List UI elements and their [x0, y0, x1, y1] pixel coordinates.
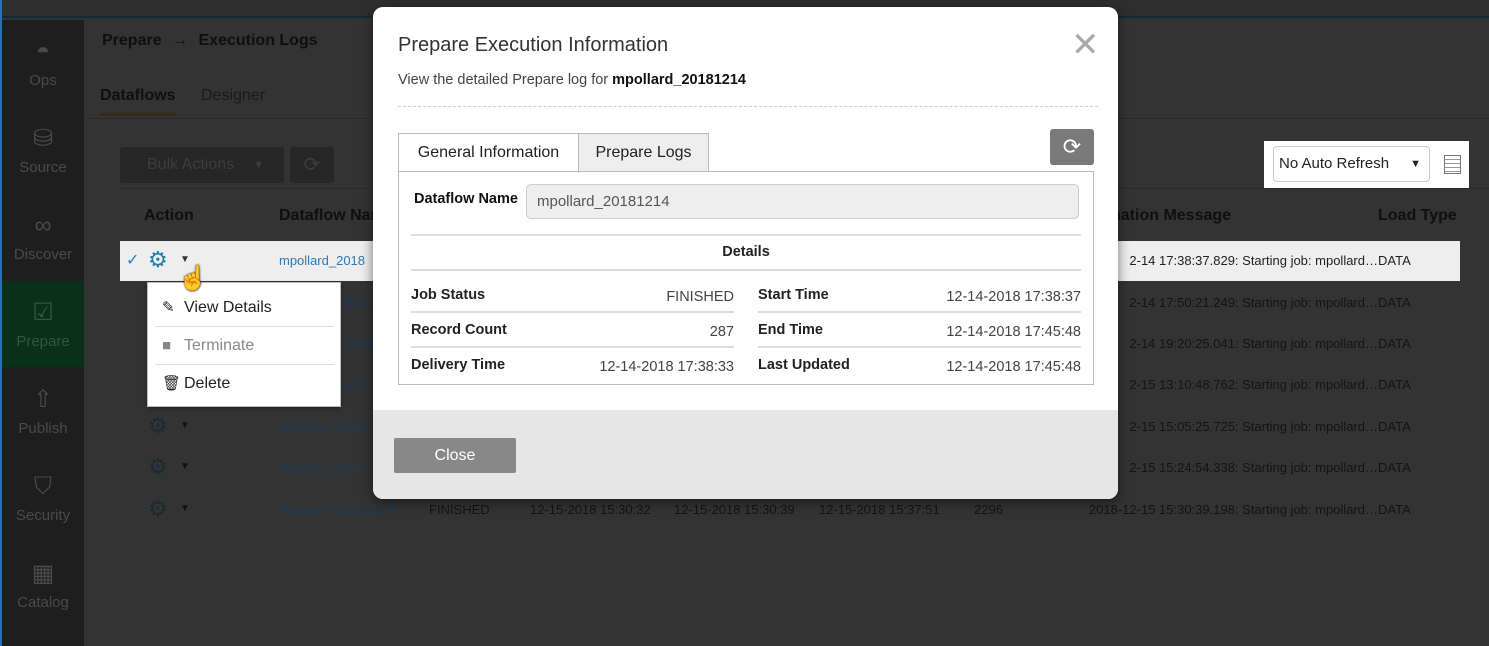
sidebar-item-catalog[interactable]: ▦ Catalog: [2, 542, 84, 628]
message-cell: 2018-12-15 15:30:39.198: Starting job: m…: [1088, 502, 1378, 517]
delivery-time-field: Delivery Time 12-14-2018 17:38:33: [411, 357, 734, 375]
dataflow-name-link[interactable]: mpollard_20181214: [279, 502, 394, 517]
gear-icon[interactable]: ⚙: [148, 454, 168, 480]
close-button[interactable]: Close: [394, 438, 516, 473]
menu-item-view-details[interactable]: ✎ View Details: [155, 289, 334, 326]
dataflow-name-link[interactable]: mpollard_2018: [279, 460, 365, 475]
breadcrumb: Prepare → Execution Logs: [102, 32, 318, 50]
breadcrumb-parent[interactable]: Prepare: [102, 32, 162, 49]
modal-subtitle: View the detailed Prepare log for mpolla…: [398, 72, 746, 88]
modal-title: Prepare Execution Information: [398, 34, 669, 56]
modal-footer: Close: [373, 410, 1118, 499]
job-status-field: Job Status FINISHED: [411, 278, 734, 313]
binoculars-icon: ∞: [34, 212, 52, 239]
load-type-cell: DATA: [1378, 460, 1411, 475]
column-header-message[interactable]: nation Message: [1111, 207, 1231, 225]
caret-down-icon: ▼: [1410, 158, 1421, 170]
caret-down-icon[interactable]: ▼: [180, 503, 190, 514]
record-count-field: Record Count 287: [411, 313, 734, 348]
load-type-cell: DATA: [1378, 502, 1411, 517]
dataflow-name: mpollard_20181214: [612, 72, 746, 88]
sidebar-item-prepare[interactable]: ☑ Prepare: [2, 281, 84, 367]
pencil-icon: ✎: [162, 299, 175, 316]
message-cell: 2-14 17:38:37.829: Starting job: mpollar…: [1129, 253, 1378, 268]
load-type-cell: DATA: [1378, 377, 1411, 392]
dataflow-name-link[interactable]: 2018: [342, 336, 371, 351]
auto-refresh-select[interactable]: No Auto Refresh ▼: [1273, 146, 1430, 182]
menu-item-terminate[interactable]: ■ Terminate: [155, 326, 334, 363]
caret-down-icon[interactable]: ▼: [180, 420, 190, 431]
dashboard-gauge-icon: ◓: [35, 38, 51, 65]
caret-down-icon: ▼: [253, 159, 264, 171]
sidebar-item-security[interactable]: ⛉ Security: [2, 455, 84, 541]
message-cell: 2-14 17:50:21.249: Starting job: mpollar…: [1129, 295, 1378, 310]
tab-designer[interactable]: Designer: [201, 87, 265, 105]
sidebar-item-source[interactable]: ⛁ Source: [2, 107, 84, 193]
message-cell: 2-14 19:20:25.041: Starting job: mpollar…: [1129, 336, 1378, 351]
close-icon[interactable]: ✕: [1071, 25, 1100, 65]
load-type-cell: DATA: [1378, 419, 1411, 434]
message-cell: 2-15 13:10:48.762: Starting job: mpollar…: [1129, 377, 1378, 392]
tab-general-information[interactable]: General Information: [398, 133, 579, 173]
dataflow-name-label: Dataflow Name: [414, 191, 518, 207]
status-cell: FINISHED: [429, 502, 490, 517]
gear-icon[interactable]: ⚙: [148, 413, 168, 439]
hand-pointer-cursor-icon: ☝: [178, 265, 208, 292]
check-icon: ✓: [126, 252, 140, 269]
rocket-icon: ⇧: [32, 386, 54, 413]
execution-info-modal: Prepare Execution Information ✕ View the…: [373, 7, 1118, 499]
caret-down-icon[interactable]: ▼: [180, 461, 190, 472]
delivery-time-cell: 12-15-2018 15:30:32: [530, 502, 651, 517]
gear-icon[interactable]: ⚙: [148, 247, 168, 273]
end-time-cell: 12-15-2018 15:37:51: [819, 502, 940, 517]
bulk-actions-button[interactable]: Bulk Actions ▼: [120, 147, 284, 183]
breadcrumb-current: Execution Logs: [198, 32, 318, 49]
shield-icon: ⛉: [34, 473, 52, 500]
column-header-action: Action: [144, 207, 194, 224]
refresh-icon: ⟳: [1062, 134, 1082, 159]
tab-prepare-logs[interactable]: Prepare Logs: [578, 133, 709, 172]
dataflow-name-link[interactable]: mpollard_2018: [279, 419, 365, 434]
trash-icon: 🗑: [162, 375, 182, 392]
start-time-field: Start Time 12-14-2018 17:38:37: [758, 278, 1081, 313]
stop-square-icon: ■: [162, 337, 172, 354]
refresh-button[interactable]: ⟳: [290, 147, 334, 183]
start-time-cell: 12-15-2018 15:30:39: [674, 502, 795, 517]
end-time-field: End Time 12-14-2018 17:45:48: [758, 313, 1081, 348]
gear-icon[interactable]: ⚙: [148, 496, 168, 522]
breadcrumb-arrow-icon: →: [172, 32, 189, 49]
dataflow-name-link[interactable]: 2018: [342, 295, 371, 310]
last-updated-field: Last Updated 12-14-2018 17:45:48: [758, 357, 1081, 375]
dataflow-name-link[interactable]: 2018: [342, 377, 371, 392]
column-header-load-type[interactable]: Load Type: [1378, 207, 1457, 225]
refresh-icon: ⟳: [303, 154, 321, 176]
divider: [398, 106, 1098, 107]
load-type-cell: DATA: [1378, 295, 1411, 310]
dataflow-name-field[interactable]: mpollard_20181214: [526, 184, 1079, 219]
sidebar-item-ops[interactable]: ◓ Ops: [2, 20, 84, 106]
message-cell: 2-15 15:05:25.725: Starting job: mpollar…: [1129, 419, 1378, 434]
load-type-cell: DATA: [1378, 336, 1411, 351]
menu-item-delete[interactable]: 🗑 Delete: [155, 364, 334, 401]
sidebar: ◓ Ops ⛁ Source ∞ Discover ☑ Prepare ⇧ Publish…: [2, 20, 84, 646]
table-columns-icon[interactable]: [1444, 155, 1461, 174]
dataflow-name-link[interactable]: mpollard_2018: [279, 253, 365, 268]
details-heading: Details: [411, 234, 1081, 271]
refresh-button[interactable]: ⟳: [1050, 129, 1094, 165]
message-cell: 2-15 15:24:54.338: Starting job: mpollar…: [1129, 460, 1378, 475]
auto-refresh-panel: No Auto Refresh ▼: [1264, 141, 1469, 188]
database-icon: ⛁: [32, 125, 54, 152]
load-type-cell: DATA: [1378, 253, 1411, 268]
sidebar-item-discover[interactable]: ∞ Discover: [2, 194, 84, 280]
row-action-menu: ✎ View Details ■ Terminate 🗑 Delete: [147, 282, 341, 407]
record-count-cell: 2296: [974, 502, 1003, 517]
general-info-panel: Dataflow Name mpollard_20181214 Details …: [398, 171, 1094, 385]
sidebar-item-publish[interactable]: ⇧ Publish: [2, 368, 84, 454]
grid-icon: ▦: [31, 560, 55, 587]
tab-dataflows[interactable]: Dataflows: [100, 87, 176, 116]
column-header-dataflow-name[interactable]: Dataflow Nan: [279, 207, 380, 225]
clipboard-check-icon: ☑: [32, 299, 54, 326]
